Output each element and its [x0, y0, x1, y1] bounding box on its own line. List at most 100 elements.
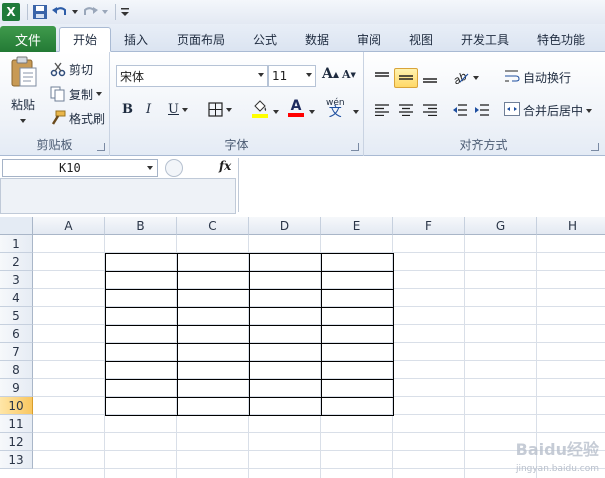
borders-button[interactable]	[208, 102, 232, 117]
tab-page-layout[interactable]: 页面布局	[166, 27, 236, 52]
italic-button[interactable]: I	[146, 102, 151, 117]
cell-border-vertical	[249, 253, 250, 416]
align-top-button[interactable]	[372, 68, 392, 88]
format-painter-button[interactable]: 格式刷	[50, 109, 105, 127]
shrink-font-label: A	[342, 68, 351, 81]
undo-icon[interactable]	[51, 2, 78, 22]
borders-icon	[208, 102, 223, 117]
decrease-indent-button[interactable]	[450, 101, 470, 121]
font-launcher-icon[interactable]	[351, 143, 359, 151]
tab-insert[interactable]: 插入	[114, 27, 158, 52]
font-name-dropdown[interactable]: 宋体	[116, 65, 268, 87]
align-left-icon	[375, 103, 389, 119]
row-header-10[interactable]: 10	[0, 397, 33, 415]
qat-divider	[115, 4, 116, 20]
copy-dropdown-icon	[96, 92, 103, 96]
quick-access-toolbar: X	[0, 0, 605, 24]
row-header-5[interactable]: 5	[0, 307, 33, 325]
formula-bar-expand-handle[interactable]	[165, 159, 183, 177]
row-header-8[interactable]: 8	[0, 361, 33, 379]
column-header-d[interactable]: D	[249, 217, 321, 235]
row-header-7[interactable]: 7	[0, 343, 33, 361]
font-color-dropdown-icon[interactable]	[309, 110, 315, 114]
grow-arrow-icon: ▲	[332, 69, 340, 79]
align-center-button[interactable]	[396, 101, 416, 121]
customize-qat-icon[interactable]	[120, 2, 130, 22]
redo-icon[interactable]	[81, 2, 108, 22]
tab-developer[interactable]: 开发工具	[452, 27, 518, 52]
column-header-f[interactable]: F	[393, 217, 465, 235]
chevron-down-icon	[586, 108, 593, 113]
copy-label: 复制	[69, 87, 94, 102]
row-header-1[interactable]: 1	[0, 235, 33, 253]
paste-icon	[11, 56, 37, 87]
row-header-11[interactable]: 11	[0, 415, 33, 433]
row-header-13[interactable]: 13	[0, 451, 33, 469]
column-header-g[interactable]: G	[465, 217, 537, 235]
align-left-button[interactable]	[372, 101, 392, 121]
font-size-dropdown[interactable]: 11	[268, 65, 316, 87]
copy-button[interactable]: 复制	[50, 85, 103, 103]
underline-label: U	[168, 102, 179, 117]
chevron-down-icon	[306, 73, 312, 77]
align-middle-button[interactable]	[394, 68, 418, 88]
increase-indent-button[interactable]	[472, 101, 492, 121]
row-header-9[interactable]: 9	[0, 379, 33, 397]
tab-view[interactable]: 视图	[398, 27, 444, 52]
row-header-3[interactable]: 3	[0, 271, 33, 289]
tab-special-features[interactable]: 特色功能	[528, 27, 594, 52]
cell-border-horizontal	[105, 289, 394, 290]
font-color-button[interactable]: A	[288, 99, 304, 117]
bold-button[interactable]: B	[122, 102, 133, 117]
tab-data[interactable]: 数据	[294, 27, 340, 52]
orientation-button[interactable]: ab	[451, 68, 479, 88]
underline-button[interactable]: U	[168, 102, 188, 117]
font-group: 宋体 11 A ▲ A ▼ B I U A wén 文 字体	[110, 52, 364, 156]
column-header-h[interactable]: H	[537, 217, 605, 235]
grow-font-button[interactable]: A ▲	[322, 66, 339, 82]
cell-border-horizontal	[105, 307, 394, 308]
decrease-indent-icon	[453, 103, 467, 119]
insert-function-icon[interactable]: fx	[219, 159, 231, 173]
shrink-font-button[interactable]: A ▼	[342, 68, 356, 81]
column-header-c[interactable]: C	[177, 217, 249, 235]
wrap-text-button[interactable]: 自动换行	[504, 68, 571, 87]
column-header-a[interactable]: A	[33, 217, 105, 235]
phonetic-button[interactable]: wén 文	[326, 98, 345, 119]
tab-review[interactable]: 审阅	[346, 27, 392, 52]
chevron-down-icon	[473, 75, 479, 80]
clipboard-launcher-icon[interactable]	[97, 143, 105, 151]
paste-button[interactable]: 粘贴	[6, 56, 40, 132]
cut-label: 剪切	[69, 62, 94, 77]
select-all-corner[interactable]	[0, 217, 33, 235]
row-header-6[interactable]: 6	[0, 325, 33, 343]
tab-file[interactable]: 文件	[0, 26, 56, 52]
name-box[interactable]: K10	[2, 159, 158, 177]
align-center-icon	[399, 103, 413, 119]
excel-logo-icon[interactable]: X	[2, 2, 20, 22]
row-header-2[interactable]: 2	[0, 253, 33, 271]
align-right-button[interactable]	[420, 101, 440, 121]
clipboard-group: 粘贴 剪切 复制 格式刷 剪贴板	[0, 52, 110, 156]
scissors-icon	[50, 61, 66, 77]
save-icon[interactable]	[32, 2, 48, 22]
alignment-launcher-icon[interactable]	[591, 143, 599, 151]
align-bottom-button[interactable]	[420, 68, 440, 88]
phonetic-dropdown-icon[interactable]	[353, 110, 359, 114]
column-header-e[interactable]: E	[321, 217, 393, 235]
spreadsheet-grid[interactable]: A B C D E F G H 1 2 3 4 5 6 7 8 9 10 11 12 13	[0, 217, 605, 478]
paste-label: 粘贴	[10, 98, 35, 112]
merge-center-button[interactable]: 合并后居中	[504, 102, 593, 119]
tab-home[interactable]: 开始	[59, 27, 111, 52]
fill-color-button[interactable]	[252, 100, 268, 118]
cell-border-horizontal	[105, 397, 394, 398]
fill-bucket-icon	[252, 100, 268, 114]
column-header-b[interactable]: B	[105, 217, 177, 235]
tab-formulas[interactable]: 公式	[244, 27, 286, 52]
fill-color-dropdown-icon[interactable]	[273, 110, 279, 114]
row-header-12[interactable]: 12	[0, 433, 33, 451]
row-header-4[interactable]: 4	[0, 289, 33, 307]
cut-button[interactable]: 剪切	[50, 60, 93, 78]
formula-input[interactable]	[238, 158, 603, 212]
formula-bar-left-panel	[0, 178, 236, 214]
